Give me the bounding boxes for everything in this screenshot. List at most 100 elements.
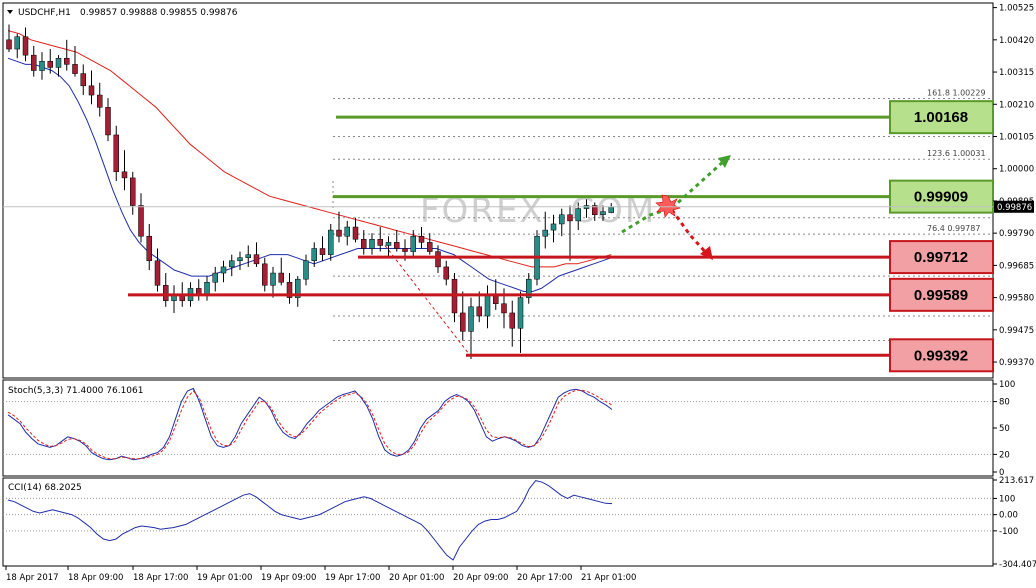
candle-body (6, 39, 12, 50)
candle-body (559, 214, 565, 225)
time-tick-label: 20 Apr 01:00 (389, 573, 444, 583)
candle-body (344, 226, 350, 237)
price-tick-label: 1.00000 (999, 165, 1034, 175)
price-tick-label: 1.00420 (999, 36, 1034, 46)
candle-body (394, 242, 400, 249)
cci-tick-label: 0.00 (999, 511, 1018, 521)
time-tick-label: 19 Apr 09:00 (261, 573, 316, 583)
candle-body (468, 306, 474, 332)
candle-body (509, 312, 515, 329)
price-tick-label: 0.99370 (999, 358, 1034, 368)
price-tick-label: 0.99790 (999, 229, 1034, 239)
candle-body (476, 306, 482, 317)
candle-body (97, 94, 103, 108)
candle-body (542, 229, 548, 237)
candle-body (262, 263, 268, 286)
time-tick-label: 19 Apr 17:00 (325, 573, 380, 583)
cci-tick-label: -100 (999, 527, 1018, 537)
current-price-label: 0.99876 (997, 203, 1032, 213)
candle-body (402, 248, 408, 252)
candle-body (600, 211, 606, 215)
candle-body (237, 257, 243, 262)
candle-body (443, 266, 449, 280)
candle-body (130, 177, 136, 206)
stoch-tick-label: 20 (999, 450, 1010, 460)
candle-body (517, 297, 524, 329)
time-tick-label: 18 Apr 17:00 (133, 573, 188, 583)
candle-body (435, 251, 441, 268)
level-value-label: 1.00168 (914, 109, 968, 126)
cci-title: CCI(14) 68.2025 (8, 483, 82, 493)
candle-body (270, 272, 276, 286)
time-tick-label: 20 Apr 09:00 (453, 573, 508, 583)
candle-body (88, 85, 95, 96)
candle-body (336, 229, 342, 237)
candle-body (146, 235, 152, 262)
symbol-label: USDCHF,H1 (18, 8, 71, 18)
price-tick-label: 1.00525 (999, 4, 1034, 14)
level-value-label: 0.99712 (914, 249, 968, 266)
candle-body (303, 260, 309, 280)
candle-body (31, 54, 37, 71)
time-tick-label: 18 Apr 2017 (6, 573, 59, 583)
candle-body (113, 134, 119, 173)
candle-body (245, 254, 251, 258)
chart-window: 161.8 1.00229123.6 1.0003176.4 0.99787 F… (2, 2, 1036, 583)
price-tick-label: 0.99685 (999, 261, 1034, 271)
fib-level-label: 123.6 1.00031 (927, 149, 986, 158)
candle-body (484, 294, 491, 317)
candle-body (212, 272, 218, 283)
candle-body (319, 248, 326, 255)
candle-body (550, 223, 557, 231)
level-value-label: 0.99909 (914, 189, 968, 206)
candle-body (253, 254, 260, 265)
candle-body (385, 242, 392, 246)
candle-body (22, 36, 29, 56)
candle-body (163, 285, 169, 301)
candle-body (418, 235, 425, 243)
candle-body (47, 61, 53, 68)
candle-body (204, 282, 210, 295)
candle-body (278, 272, 284, 283)
stoch-tick-label: 50 (999, 424, 1010, 434)
price-tick-label: 1.00315 (999, 68, 1034, 78)
ohlc-values: 0.99857 0.99888 0.99855 0.99876 (80, 8, 238, 18)
stoch-tick-label: 100 (999, 380, 1015, 390)
stoch-title: Stoch(5,3,3) 71.4000 76.1061 (8, 386, 143, 396)
time-tick-label: 18 Apr 09:00 (68, 573, 123, 583)
candle-body (229, 260, 235, 268)
candle-body (352, 226, 359, 240)
candle-body (410, 235, 416, 252)
candle-body (220, 266, 227, 274)
candle-body (138, 205, 144, 237)
candle-body (608, 206, 614, 213)
candle-body (377, 239, 383, 246)
candle-body (154, 260, 161, 286)
candle-body (105, 107, 111, 136)
candle-body (369, 239, 375, 249)
fib-level-label: 161.8 1.00229 (927, 88, 986, 97)
candle-body (64, 57, 70, 65)
time-tick-label: 21 Apr 01:00 (581, 573, 636, 583)
candle-body (361, 239, 367, 249)
candle-body (567, 214, 573, 222)
cci-tick-label: 100 (999, 494, 1015, 504)
candle-body (575, 208, 581, 222)
candle-body (80, 73, 86, 87)
candle-body (328, 229, 334, 255)
price-tick-label: 0.99475 (999, 326, 1034, 336)
price-tick-label: 0.99580 (999, 294, 1034, 304)
candle-body (72, 64, 78, 74)
time-axis: 18 Apr 2017 18 Apr 09:00 18 Apr 17:00 19 Ap… (5, 566, 636, 583)
candle-body (55, 57, 62, 68)
candle-body (427, 242, 433, 252)
cci-tick-label: -304.4077 (999, 560, 1036, 570)
price-tick-label: 1.00210 (999, 100, 1034, 110)
candle-body (121, 171, 128, 179)
cci-panel (2, 477, 994, 567)
stoch-panel (2, 379, 994, 477)
candle-body (501, 303, 507, 314)
fib-level-label: 76.4 0.99787 (927, 224, 980, 233)
price-tick-label: 1.00105 (999, 132, 1034, 142)
time-tick-label: 20 Apr 17:00 (517, 573, 572, 583)
